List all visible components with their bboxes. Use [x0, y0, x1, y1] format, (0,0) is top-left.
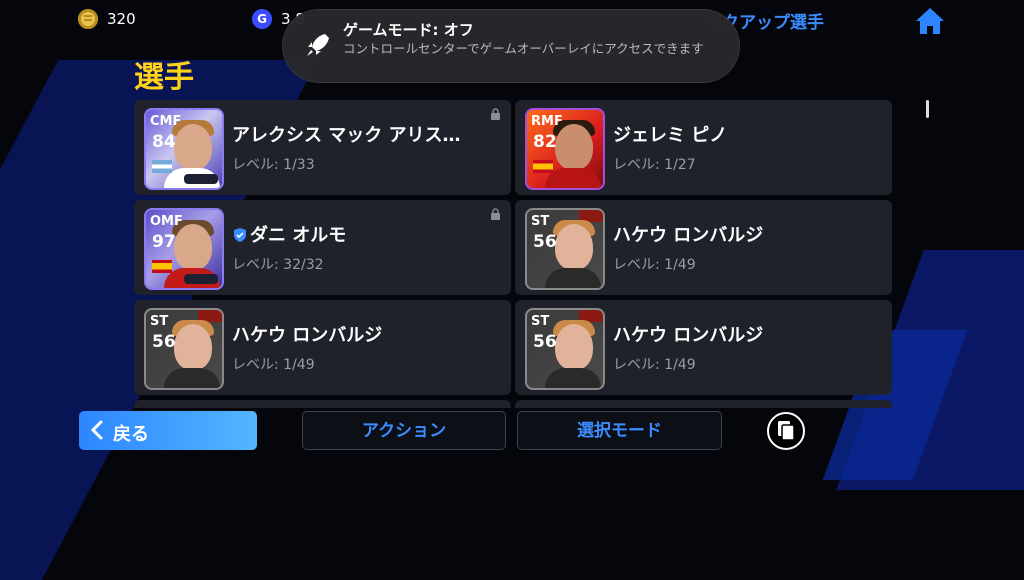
player-rating: 82: [533, 132, 557, 152]
player-rating: 97: [152, 232, 176, 252]
player-level: レベル: 1/49: [232, 357, 315, 373]
gp-icon: G: [252, 9, 272, 29]
player-portrait: OMF 97: [144, 208, 224, 290]
copy-icon: [778, 421, 795, 441]
player-card[interactable]: ST 56 ハケウ ロンバルジ レベル: 1/49: [134, 300, 511, 395]
player-rating: 56: [533, 232, 557, 252]
player-level: レベル: 1/49: [613, 257, 696, 273]
player-name: ジェレミ ピノ: [613, 125, 728, 146]
player-rating: 56: [533, 332, 557, 352]
player-portrait: RMF 82: [525, 108, 605, 190]
lock-icon: [491, 208, 500, 220]
spain-flag-icon: [533, 160, 553, 173]
select-mode-button[interactable]: 選択モード: [517, 411, 722, 450]
player-position: ST: [531, 214, 550, 229]
player-level: レベル: 1/33: [232, 157, 315, 173]
player-level: レベル: 1/27: [613, 157, 696, 173]
player-name: ダニ オルモ: [232, 221, 346, 247]
player-rating: 56: [152, 332, 176, 352]
player-card[interactable]: OMF 97 ダニ オルモ レベル: 32/32: [134, 200, 511, 295]
lock-icon: [491, 108, 500, 120]
home-icon[interactable]: [914, 6, 946, 36]
page-title: 選手: [134, 60, 194, 95]
player-name-text: ダニ オルモ: [250, 225, 347, 246]
player-card[interactable]: ST 56 ハケウ ロンバルジ レベル: 1/49: [515, 200, 892, 295]
verified-shield-icon: [234, 228, 246, 242]
chevron-left-icon: [90, 420, 103, 440]
player-position: OMF: [150, 214, 183, 229]
player-card[interactable]: CMF 84 アレクシス マック アリス… レベル: 1/33: [134, 100, 511, 195]
player-level: レベル: 32/32: [232, 257, 324, 273]
coin-balance: 320: [107, 10, 136, 28]
rocket-icon: [307, 34, 329, 56]
player-position: RMF: [531, 114, 563, 129]
game-mode-notification: ゲームモード: オフ コントロールセンターでゲームオーバーレイにアクセスできます: [283, 10, 739, 82]
scrollbar[interactable]: [926, 100, 929, 118]
action-button[interactable]: アクション: [302, 411, 506, 450]
player-rating: 84: [152, 132, 176, 152]
player-level: レベル: 1/49: [613, 357, 696, 373]
player-position: CMF: [150, 114, 182, 129]
player-portrait: CMF 84: [144, 108, 224, 190]
back-label: 戻る: [113, 424, 149, 445]
copy-button[interactable]: [767, 412, 805, 450]
player-position: ST: [150, 314, 169, 329]
notification-title: ゲームモード: オフ: [343, 21, 474, 39]
player-portrait: ST 56: [525, 208, 605, 290]
player-card-partial[interactable]: [515, 400, 892, 408]
spain-flag-icon: [152, 260, 172, 273]
notification-message: コントロールセンターでゲームオーバーレイにアクセスできます: [343, 41, 704, 56]
back-button[interactable]: 戻る: [79, 411, 257, 450]
player-portrait: ST 56: [144, 308, 224, 390]
player-card[interactable]: ST 56 ハケウ ロンバルジ レベル: 1/49: [515, 300, 892, 395]
player-name: ハケウ ロンバルジ: [232, 325, 383, 346]
player-card[interactable]: RMF 82 ジェレミ ピノ レベル: 1/27: [515, 100, 892, 195]
argentina-flag-icon: [152, 160, 172, 173]
player-card-partial[interactable]: [134, 400, 511, 408]
player-position: ST: [531, 314, 550, 329]
coin-icon: [78, 9, 98, 29]
player-name: アレクシス マック アリス…: [232, 125, 461, 146]
player-name: ハケウ ロンバルジ: [613, 325, 764, 346]
player-portrait: ST 56: [525, 308, 605, 390]
player-name: ハケウ ロンバルジ: [613, 225, 764, 246]
